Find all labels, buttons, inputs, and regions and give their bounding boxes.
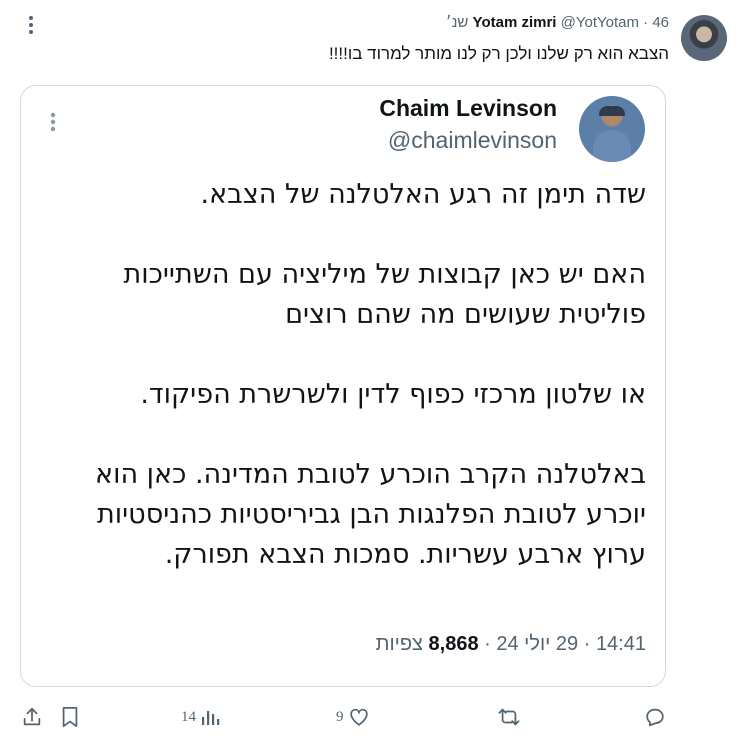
paragraph: האם יש כאן קבוצות של מיליציה עם השתייכות… (86, 255, 647, 335)
text-line: באלטלנה הקרב הוכרע לטובת המדינה. כאן הוא (95, 459, 646, 490)
quoted-author-handle[interactable]: @chaimlevinson (388, 127, 557, 154)
quoted-author-name[interactable]: Chaim Levinson (379, 95, 557, 122)
author-name[interactable]: Yotam zimri (473, 14, 557, 31)
author-handle[interactable]: @YotYotam (561, 14, 639, 31)
share-button[interactable] (21, 705, 43, 729)
tweet-header: Yotam zimri @YotYotam · 46 שנ׳ (446, 14, 669, 31)
paragraph: שדה תימן זה רגע האלטלנה של הצבא. (86, 175, 646, 215)
text-line: פוליטית שעושים מה שהם רוצים (285, 299, 646, 330)
paragraph: באלטלנה הקרב הוכרע לטובת המדינה. כאן הוא… (86, 455, 646, 575)
avatar[interactable] (681, 15, 727, 61)
quoted-avatar[interactable] (579, 96, 645, 162)
separator: · (643, 14, 649, 31)
text-line: שדה תימן זה רגע האלטלנה של הצבא. (200, 179, 646, 210)
reply-icon (644, 706, 666, 728)
bookmark-icon (60, 706, 80, 728)
text-line: יוכרע לטובת הפלנגות הבן גביריסטיות כהניס… (97, 499, 646, 530)
paragraph: או שלטון מרכזי כפוף לדין ולשרשרת הפיקוד. (86, 375, 646, 415)
text-line: האם יש כאן קבוצות של מיליציה עם השתייכות (123, 259, 647, 290)
text-line: או שלטון מרכזי כפוף לדין ולשרשרת הפיקוד. (140, 379, 646, 410)
views-label: צפיות (375, 633, 423, 655)
retweet-icon (497, 706, 521, 728)
retweet-button[interactable] (497, 705, 521, 729)
text-line: ערוץ ארבע עשריות. סמכות הצבא תפורק. (164, 539, 646, 570)
more-options-icon[interactable] (42, 110, 64, 134)
like-count: 9 (336, 708, 344, 725)
quoted-tweet-text: שדה תימן זה רגע האלטלנה של הצבא. האם יש … (86, 175, 646, 615)
views-button[interactable]: 14 (181, 705, 220, 729)
share-icon (21, 706, 43, 728)
meta-date[interactable]: 29 יולי 24 (496, 633, 578, 655)
views-count-action: 14 (181, 708, 196, 725)
like-button[interactable]: 9 (336, 705, 370, 729)
views-count: 8,868 (428, 633, 479, 655)
meta-dot: · (578, 633, 591, 655)
tweet-meta: 14:41 · 29 יולי 24 · 8,868 צפיות (376, 633, 646, 656)
more-options-icon[interactable] (20, 14, 42, 36)
meta-time[interactable]: 14:41 (596, 633, 646, 655)
analytics-icon (200, 707, 220, 727)
tweet-text: הצבא הוא רק שלנו ולכן רק לנו מותר למרוד … (328, 44, 669, 63)
reply-button[interactable] (644, 705, 666, 729)
heart-icon (348, 706, 370, 728)
meta-dot: · (478, 633, 491, 655)
bookmark-button[interactable] (60, 705, 80, 729)
